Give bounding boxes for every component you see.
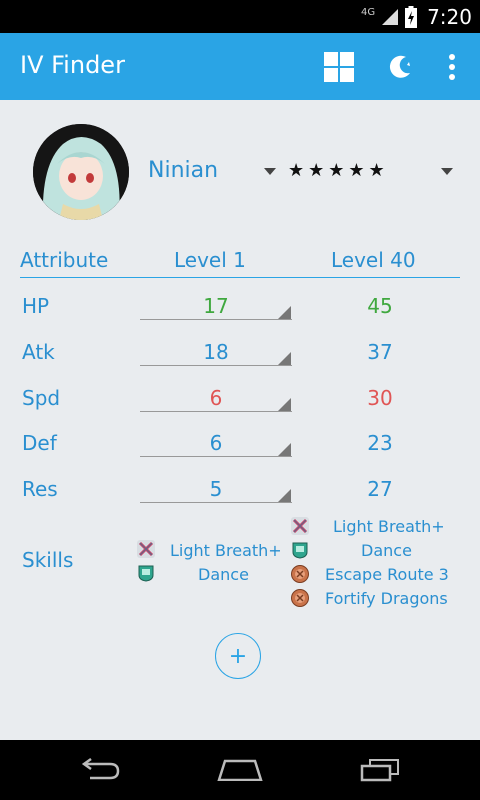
level40-value: 45 — [367, 294, 393, 318]
assist-skill-icon — [138, 565, 154, 582]
level1-spinner[interactable]: 17 — [140, 294, 292, 318]
passive-skill-icon — [291, 565, 309, 583]
skill-name: Dance — [198, 565, 249, 584]
stat-label: Spd — [22, 386, 61, 410]
skills-label: Skills — [22, 548, 74, 572]
skill-name: Dance — [361, 541, 412, 560]
network-type: 4G — [360, 7, 376, 18]
spinner-arrow-icon — [278, 443, 291, 456]
level40-value: 27 — [367, 477, 393, 501]
spinner-underline — [140, 502, 292, 503]
header-divider — [20, 277, 460, 278]
stat-label: Atk — [22, 340, 55, 364]
battery-icon — [405, 5, 418, 28]
grid-icon[interactable] — [321, 49, 357, 85]
weapon-skill-icon — [137, 540, 155, 558]
clock: 7:20 — [427, 4, 472, 29]
spinner-underline — [140, 319, 292, 320]
stat-label: Res — [22, 477, 58, 501]
rarity-dropdown-icon[interactable] — [441, 168, 453, 175]
level1-spinner[interactable]: 6 — [140, 431, 292, 455]
spinner-underline — [140, 411, 292, 412]
header-level40: Level 40 — [331, 248, 416, 272]
app-bar: IV Finder — [0, 33, 480, 100]
level1-spinner[interactable]: 6 — [140, 386, 292, 410]
spinner-arrow-icon — [278, 306, 291, 319]
spinner-arrow-icon — [278, 352, 291, 365]
level40-value: 30 — [367, 386, 393, 410]
skill-name: Light Breath+ — [333, 517, 445, 536]
status-bar: 4G 7:20 — [0, 0, 480, 33]
level40-value: 23 — [367, 431, 393, 455]
spinner-arrow-icon — [278, 489, 291, 502]
signal-icon — [382, 8, 399, 25]
assist-skill-icon — [292, 542, 308, 559]
hero-avatar — [33, 124, 129, 220]
spinner-underline — [140, 365, 292, 366]
level1-spinner[interactable]: 18 — [140, 340, 292, 364]
back-icon[interactable] — [70, 752, 130, 788]
add-button[interactable]: + — [215, 633, 261, 679]
spinner-arrow-icon — [278, 398, 291, 411]
hero-dropdown-icon[interactable] — [264, 168, 276, 175]
level40-value: 37 — [367, 340, 393, 364]
hero-name[interactable]: Ninian — [148, 158, 218, 183]
theme-moon-icon[interactable] — [382, 49, 418, 85]
level1-spinner[interactable]: 5 — [140, 477, 292, 501]
stat-label: Def — [22, 431, 57, 455]
header-attribute: Attribute — [20, 248, 109, 272]
skill-name: Light Breath+ — [170, 541, 282, 560]
skill-name: Escape Route 3 — [325, 565, 449, 584]
spinner-underline — [140, 456, 292, 457]
navigation-bar — [0, 740, 480, 800]
passive-skill-icon — [291, 589, 309, 607]
overflow-menu-icon[interactable] — [434, 49, 470, 85]
header-level1: Level 1 — [174, 248, 246, 272]
weapon-skill-icon — [291, 517, 309, 535]
app-title: IV Finder — [20, 51, 125, 79]
recents-icon[interactable] — [350, 752, 410, 788]
stat-label: HP — [22, 294, 50, 318]
home-icon[interactable] — [210, 752, 270, 788]
skill-name: Fortify Dragons — [325, 589, 448, 608]
rarity-stars[interactable]: ★★★★★ — [288, 160, 389, 181]
